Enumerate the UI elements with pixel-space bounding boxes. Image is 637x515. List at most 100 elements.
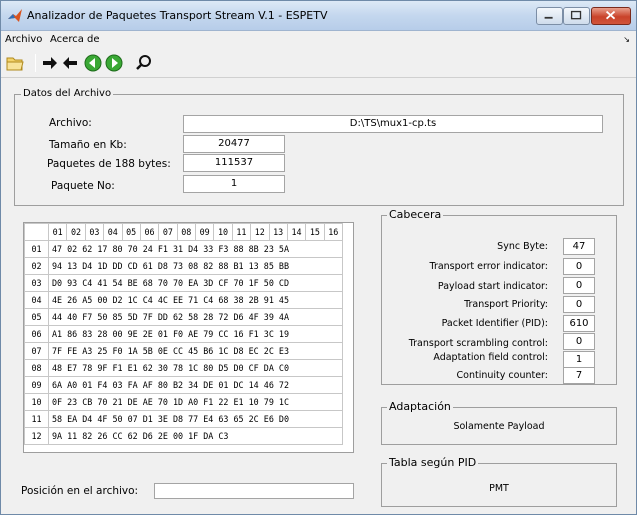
hex-row-number: 01 — [24, 240, 49, 258]
hex-column-header: 01 — [47, 223, 68, 241]
magnifier-icon[interactable] — [135, 54, 153, 72]
table-row[interactable]: 03 D0 93 C4 41 54 BE 68 70 70 EA 3D CF 70… — [24, 274, 343, 292]
hex-column-header: 04 — [103, 223, 123, 241]
menu-acerca-de[interactable]: Acerca de — [50, 34, 100, 45]
hex-column-header: 08 — [176, 223, 197, 241]
menu-archivo[interactable]: Archivo — [5, 34, 42, 45]
table-row[interactable]: 08 48 E7 78 9F F1 E1 62 30 78 1C 80 D5 D0… — [24, 359, 343, 377]
tamano-label: Tamaño en Kb: — [49, 139, 127, 151]
hex-row-number: 06 — [24, 325, 49, 343]
table-row[interactable]: 12 9A 11 82 26 CC 62 D6 2E 00 1F DA C3 — [24, 427, 343, 445]
pid-label: Packet Identifier (PID): — [441, 318, 548, 329]
scrambling-control-label: Transport scrambling control: — [408, 338, 548, 349]
arrow-left-icon[interactable] — [61, 54, 79, 72]
hex-column-header: 07 — [158, 223, 178, 241]
close-button[interactable] — [591, 7, 631, 25]
hex-header-row: 01 02 03 04 05 06 07 08 09 10 11 12 13 1… — [24, 223, 344, 241]
adaptacion-value: Solamente Payload — [453, 421, 545, 432]
adaptation-field-control-label: Adaptation field control: — [433, 352, 548, 363]
maximize-button[interactable] — [563, 7, 590, 25]
matlab-icon — [8, 9, 22, 22]
archivo-label: Archivo: — [49, 117, 92, 129]
hex-row-bytes[interactable]: 6A A0 01 F4 03 FA AF 80 B2 34 DE 01 DC 1… — [48, 376, 343, 394]
adaptacion-legend: Adaptación — [387, 400, 453, 413]
hex-row-bytes[interactable]: 94 13 D4 1D DD CD 61 D8 73 08 82 88 B1 1… — [48, 257, 343, 275]
tabla-pid-value: PMT — [489, 483, 509, 494]
hex-row-number: 03 — [24, 274, 49, 292]
hex-row-number: 09 — [24, 376, 49, 394]
paquetes-label: Paquetes de 188 bytes: — [47, 158, 171, 170]
paquete-no-label: Paquete No: — [51, 180, 115, 192]
datos-archivo-legend: Datos del Archivo — [21, 88, 114, 99]
tabla-pid-legend: Tabla según PID — [387, 456, 479, 469]
hex-column-header: 13 — [268, 223, 288, 241]
table-row[interactable]: 09 6A A0 01 F4 03 FA AF 80 B2 34 DE 01 DC… — [24, 376, 343, 394]
sync-byte-field[interactable]: 47 — [563, 238, 595, 255]
window-title: Analizador de Paquetes Transport Stream … — [27, 9, 328, 22]
hex-row-bytes[interactable]: 48 E7 78 9F F1 E1 62 30 78 1C 80 D5 D0 C… — [48, 359, 343, 377]
hex-row-number: 11 — [24, 410, 49, 428]
hex-row-number: 08 — [24, 359, 49, 377]
table-row[interactable]: 11 58 EA D4 4F 50 07 D1 3E D8 77 E4 63 65… — [24, 410, 343, 428]
hex-table: 01 02 03 04 05 06 07 08 09 10 11 12 13 1… — [24, 223, 344, 445]
title-bar: Analizador de Paquetes Transport Stream … — [1, 1, 636, 31]
hex-row-number: 10 — [24, 393, 49, 411]
green-forward-icon[interactable] — [105, 54, 123, 72]
hex-column-header: 02 — [66, 223, 86, 241]
cabecera-legend: Cabecera — [387, 208, 444, 221]
hex-column-header: 10 — [213, 223, 233, 241]
hex-row-bytes[interactable]: 9A 11 82 26 CC 62 D6 2E 00 1F DA C3 — [48, 427, 343, 445]
archivo-field[interactable]: D:\TS\mux1-cp.ts — [183, 115, 603, 133]
table-row[interactable]: 04 4E 26 A5 00 D2 1C C4 4C EE 71 C4 68 38… — [24, 291, 343, 309]
hex-row-bytes[interactable]: 7F FE A3 25 F0 1A 5B 0E CC 45 B6 1C D8 E… — [48, 342, 343, 360]
hex-corner — [24, 223, 49, 241]
hex-column-header: 12 — [250, 223, 270, 241]
adaptation-field-control-field[interactable]: 1 — [563, 351, 595, 368]
transport-priority-label: Transport Priority: — [464, 299, 548, 310]
posicion-field[interactable] — [154, 483, 354, 499]
continuity-counter-field[interactable]: 7 — [563, 367, 595, 384]
table-row[interactable]: 10 0F 23 CB 70 21 DE AE 70 1D A0 F1 22 E1… — [24, 393, 343, 411]
posicion-label: Posición en el archivo: — [21, 485, 139, 497]
paquetes-field[interactable]: 111537 — [183, 154, 285, 172]
pid-field[interactable]: 610 — [563, 315, 595, 332]
menu-overflow-icon[interactable]: ↘ — [623, 35, 630, 44]
table-row[interactable]: 05 44 40 F7 50 85 5D 7F DD 62 58 28 72 D6… — [24, 308, 343, 326]
sync-byte-label: Sync Byte: — [497, 241, 548, 252]
hex-row-bytes[interactable]: 4E 26 A5 00 D2 1C C4 4C EE 71 C4 68 38 2… — [48, 291, 343, 309]
hex-row-bytes[interactable]: D0 93 C4 41 54 BE 68 70 70 EA 3D CF 70 1… — [48, 274, 343, 292]
hex-row-bytes[interactable]: 0F 23 CB 70 21 DE AE 70 1D A0 F1 22 E1 1… — [48, 393, 343, 411]
table-row[interactable]: 06 A1 86 83 28 00 9E 2E 01 F0 AE 79 CC 16… — [24, 325, 343, 343]
scrambling-control-field[interactable]: 0 — [563, 333, 595, 350]
tamano-field[interactable]: 20477 — [183, 135, 285, 153]
paquete-no-field[interactable]: 1 — [183, 175, 285, 193]
hex-row-bytes[interactable]: 47 02 62 17 80 70 24 F1 31 D4 33 F3 88 8… — [48, 240, 343, 258]
hex-column-header: 11 — [231, 223, 252, 241]
hex-column-header: 03 — [84, 223, 105, 241]
payload-start-field[interactable]: 0 — [563, 277, 595, 294]
transport-priority-field[interactable]: 0 — [563, 296, 595, 313]
folder-open-icon[interactable] — [6, 54, 24, 72]
green-back-icon[interactable] — [84, 54, 102, 72]
hex-column-header: 15 — [305, 223, 325, 241]
hex-row-number: 05 — [24, 308, 49, 326]
toolbar — [1, 48, 636, 78]
table-row[interactable]: 02 94 13 D4 1D DD CD 61 D8 73 08 82 88 B1… — [24, 257, 343, 275]
transport-error-field[interactable]: 0 — [563, 258, 595, 275]
app-window: Analizador de Paquetes Transport Stream … — [0, 0, 637, 515]
hex-row-number: 02 — [24, 257, 49, 275]
minimize-button[interactable] — [536, 7, 563, 25]
hex-column-header: 14 — [286, 223, 307, 241]
table-row[interactable]: 01 47 02 62 17 80 70 24 F1 31 D4 33 F3 88… — [24, 240, 343, 258]
arrow-right-icon[interactable] — [41, 54, 59, 72]
table-row[interactable]: 07 7F FE A3 25 F0 1A 5B 0E CC 45 B6 1C D8… — [24, 342, 343, 360]
hex-row-bytes[interactable]: 44 40 F7 50 85 5D 7F DD 62 58 28 72 D6 4… — [48, 308, 343, 326]
hex-row-bytes[interactable]: 58 EA D4 4F 50 07 D1 3E D8 77 E4 63 65 2… — [48, 410, 343, 428]
hex-column-header: 05 — [121, 223, 141, 241]
menu-bar: Archivo Acerca de ↘ — [1, 31, 636, 48]
hex-row-bytes[interactable]: A1 86 83 28 00 9E 2E 01 F0 AE 79 CC 16 F… — [48, 325, 343, 343]
hex-column-header: 09 — [194, 223, 215, 241]
hex-row-number: 07 — [24, 342, 49, 360]
hex-row-number: 04 — [24, 291, 49, 309]
payload-start-label: Payload start indicator: — [437, 281, 548, 292]
